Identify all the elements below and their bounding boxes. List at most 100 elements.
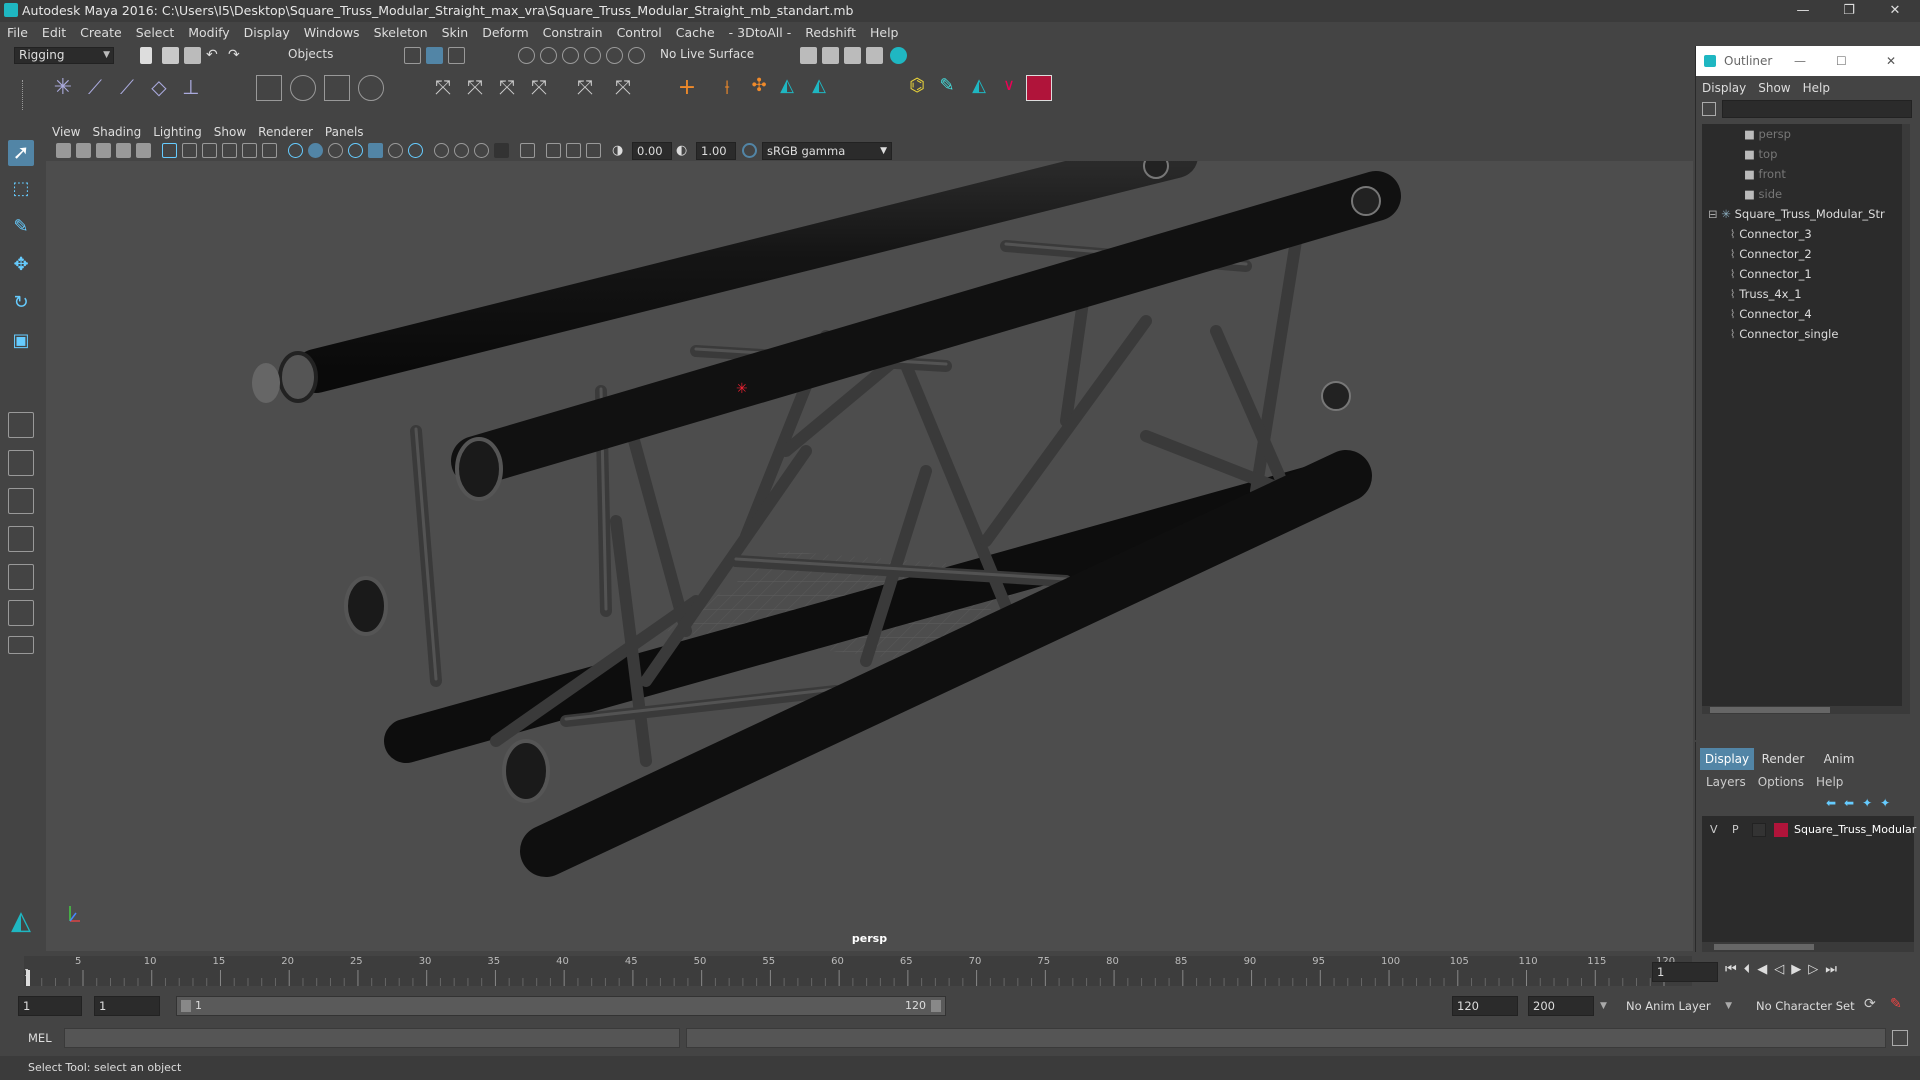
select-component-icon[interactable] <box>448 47 465 64</box>
script-editor-icon[interactable] <box>1892 1030 1908 1046</box>
go-to-end-icon[interactable]: ⏭ <box>1825 962 1844 977</box>
hik-character-icon[interactable]: ◭ <box>806 75 832 101</box>
snap-curve-icon[interactable] <box>540 47 557 64</box>
cluster-icon[interactable] <box>358 75 384 101</box>
color-management-icon[interactable] <box>742 143 757 158</box>
persp-outliner-layout-icon[interactable] <box>8 488 34 514</box>
film-gate-icon[interactable] <box>182 143 197 158</box>
chevron-down-icon[interactable]: ▼ <box>1600 996 1612 1016</box>
layer-action-icons[interactable]: ⬅⬅✦✦ <box>1826 796 1898 810</box>
menu-windows[interactable]: Windows <box>297 22 367 44</box>
animation-preferences-icon[interactable]: ✎ <box>1890 996 1908 1014</box>
render-current-frame-icon[interactable] <box>800 47 817 64</box>
redo-icon[interactable]: ↷ <box>228 47 245 64</box>
pole-vector-icon[interactable]: ⤧ <box>610 75 636 101</box>
undo-icon[interactable]: ↶ <box>206 47 223 64</box>
custom-layout-icon[interactable] <box>8 636 34 654</box>
mel-command-input[interactable] <box>64 1028 680 1048</box>
menu-file[interactable]: File <box>0 22 35 44</box>
play-forwards-icon[interactable]: ▶ <box>1791 962 1808 977</box>
layer-reference-toggle[interactable] <box>1752 823 1766 837</box>
tab-display[interactable]: Display <box>1700 748 1754 770</box>
gamma-field[interactable]: 1.00 <box>696 142 736 160</box>
scrollbar-thumb[interactable] <box>1714 944 1814 950</box>
layer-menu-help[interactable]: Help <box>1810 772 1849 792</box>
lattice-icon[interactable] <box>324 75 350 101</box>
insert-joint-icon[interactable]: ◇ <box>146 75 172 101</box>
minimize-button[interactable]: — <box>1780 0 1826 22</box>
menu-deform[interactable]: Deform <box>475 22 535 44</box>
tree-item-mesh[interactable]: ⌇ Truss_4x_1 <box>1730 284 1920 304</box>
menu-cache[interactable]: Cache <box>669 22 722 44</box>
tree-item-mesh[interactable]: ⌇ Connector_1 <box>1730 264 1920 284</box>
menu-redshift[interactable]: Redshift <box>798 22 863 44</box>
select-tool-icon[interactable]: ➚ <box>8 140 34 166</box>
close-button[interactable]: ✕ <box>1872 0 1918 22</box>
maximize-button[interactable]: ❐ <box>1826 0 1872 22</box>
outliner-menu-show[interactable]: Show <box>1752 78 1796 98</box>
character-set-dropdown[interactable]: No Character Set <box>1750 996 1862 1016</box>
ik-fk-icon[interactable]: ⟊ <box>714 75 740 101</box>
tree-item-camera[interactable]: ■ persp <box>1744 124 1920 144</box>
outliner-persp-layout-icon[interactable] <box>8 564 34 590</box>
hypershade-icon[interactable] <box>866 47 883 64</box>
layer-color-swatch[interactable] <box>1774 823 1788 837</box>
minimize-button[interactable]: — <box>1794 46 1806 76</box>
menu-display[interactable]: Display <box>237 22 297 44</box>
shelf-handle[interactable] <box>22 80 32 110</box>
outliner-search-input[interactable] <box>1722 100 1912 118</box>
step-back-frame-icon[interactable]: ◀ <box>1757 962 1774 977</box>
tree-item-camera[interactable]: ■ top <box>1744 144 1920 164</box>
save-scene-icon[interactable] <box>184 47 201 64</box>
safe-action-icon[interactable] <box>262 143 277 158</box>
orient-constraint-icon[interactable]: ⤧ <box>494 75 520 101</box>
outliner-menu-help[interactable]: Help <box>1797 78 1836 98</box>
layer-name[interactable]: Square_Truss_Modular <box>1794 820 1916 840</box>
paint-weights-icon[interactable] <box>290 75 316 101</box>
menu-skin[interactable]: Skin <box>435 22 476 44</box>
layer-menu-layers[interactable]: Layers <box>1700 772 1752 792</box>
range-slider-start-handle[interactable] <box>181 1000 191 1012</box>
mel-label[interactable]: MEL <box>28 1028 52 1048</box>
snap-view-plane-icon[interactable] <box>584 47 601 64</box>
lights-icon[interactable] <box>388 143 403 158</box>
menu-3dtoall[interactable]: - 3DtoAll - <box>722 22 799 44</box>
panel-menu-show[interactable]: Show <box>208 124 252 141</box>
truss-model[interactable]: ✳ <box>46 161 1693 951</box>
current-frame-field[interactable]: 1 <box>1652 962 1718 982</box>
hik-icon[interactable]: ◭ <box>774 75 800 101</box>
parent-constraint-icon[interactable]: ⤧ <box>572 75 598 101</box>
playback-start-field[interactable]: 1 <box>94 996 160 1016</box>
menu-select[interactable]: Select <box>129 22 182 44</box>
layer-row[interactable]: V P Square_Truss_Modular <box>1702 820 1916 840</box>
gate-mask-icon[interactable] <box>222 143 237 158</box>
collapse-icon[interactable]: ⊟ <box>1708 207 1721 221</box>
wireframe-on-shaded-icon[interactable] <box>328 143 343 158</box>
menu-edit[interactable]: Edit <box>35 22 73 44</box>
outliner-vertical-scrollbar[interactable] <box>1902 124 1910 714</box>
menu-create[interactable]: Create <box>73 22 129 44</box>
panel-menu-shading[interactable]: Shading <box>86 124 147 141</box>
tree-item-camera[interactable]: ■ side <box>1744 184 1920 204</box>
textured-icon[interactable] <box>368 143 383 158</box>
outliner-horizontal-scrollbar[interactable] <box>1702 706 1902 714</box>
hypershade-layout-icon[interactable] <box>8 600 34 626</box>
blend-shape-icon[interactable]: ✣ <box>746 75 772 101</box>
tree-item-group[interactable]: ⊟ ✳ Square_Truss_Modular_Str <box>1708 204 1908 224</box>
menu-constrain[interactable]: Constrain <box>536 22 610 44</box>
snap-surface-icon[interactable] <box>606 47 623 64</box>
joint-tool-icon[interactable]: ✳ <box>50 75 76 101</box>
outliner-filter-icon[interactable] <box>1702 102 1716 116</box>
point-constraint-icon[interactable]: ⤧ <box>430 75 456 101</box>
tree-item-camera[interactable]: ■ front <box>1744 164 1920 184</box>
isolate-select-icon[interactable] <box>520 143 535 158</box>
anim-layer-dropdown[interactable]: No Anim Layer ▼ <box>1620 996 1734 1016</box>
render-settings-icon[interactable] <box>844 47 861 64</box>
xray-joints-icon[interactable] <box>546 143 561 158</box>
tab-render[interactable]: Render <box>1756 748 1810 770</box>
new-scene-icon[interactable] <box>140 47 152 64</box>
select-hierarchy-icon[interactable] <box>404 47 421 64</box>
scrollbar-thumb[interactable] <box>1710 707 1830 713</box>
snap-point-icon[interactable] <box>562 47 579 64</box>
backface-culling-icon[interactable] <box>586 143 601 158</box>
